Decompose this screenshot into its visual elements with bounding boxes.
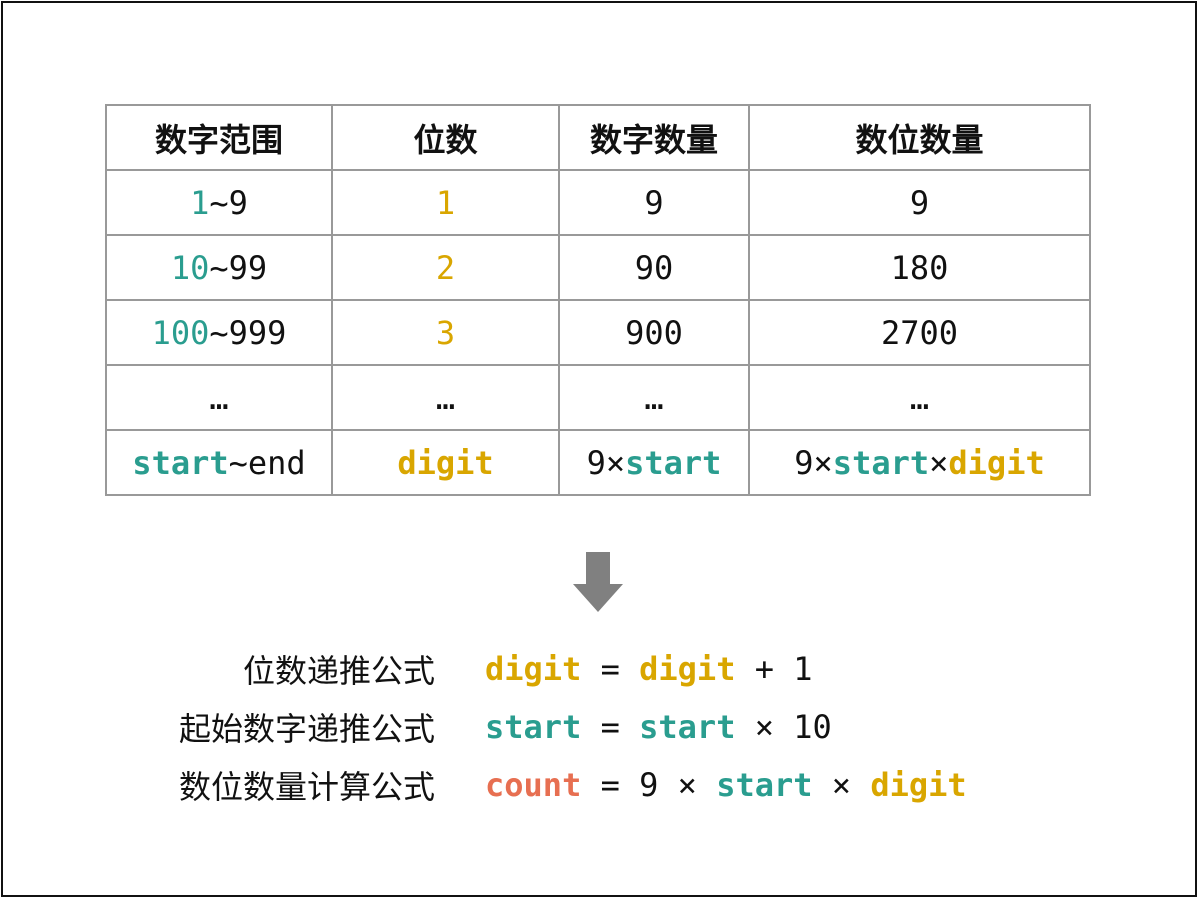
table-cell: start~end: [105, 429, 333, 496]
text-segment: 9×: [794, 443, 833, 482]
formula-row: 数位数量计算公式 count = 9 × start × digit: [0, 756, 1198, 814]
text-segment: 90: [634, 248, 674, 287]
down-arrow-icon: [573, 552, 623, 612]
digit-term: digit: [397, 443, 494, 482]
table-cell: …: [105, 364, 333, 431]
table-cell: 10~99: [105, 234, 333, 301]
formula-row: 起始数字递推公式 start = start × 10: [0, 698, 1198, 756]
text-segment: = 9 ×: [581, 766, 717, 804]
formula-label: 起始数字递推公式: [178, 710, 435, 748]
digit-term: 2: [435, 248, 456, 287]
digit-term: digit: [870, 766, 967, 804]
start-term: start: [132, 443, 229, 482]
table-cell: 3: [331, 299, 560, 366]
start-term: start: [832, 443, 930, 482]
digit-term: 3: [435, 313, 456, 352]
start-term: 1: [190, 183, 210, 222]
start-term: 10: [170, 248, 210, 287]
table-row: 10~99 2 90 180: [105, 234, 1091, 301]
header-cell: 数字数量: [558, 104, 750, 171]
text-segment: 2700: [880, 313, 959, 352]
text-segment: ×: [812, 766, 871, 804]
table-cell: 180: [748, 234, 1091, 301]
header-cell: 数字范围: [105, 104, 333, 171]
digit-term: digit: [485, 650, 582, 688]
formula-expression: count = 9 × start × digit: [485, 766, 967, 804]
formula-row: 位数递推公式 digit = digit + 1: [0, 640, 1198, 698]
digit-term: digit: [639, 650, 736, 688]
table-header-row: 数字范围 位数 数字数量 数位数量: [105, 104, 1091, 171]
table-cell: 900: [558, 299, 750, 366]
text-segment: 9: [644, 183, 664, 222]
text-segment: 9: [909, 183, 930, 222]
start-term: start: [625, 443, 722, 482]
formula-expression: start = start × 10: [485, 708, 832, 746]
start-term: start: [485, 708, 582, 746]
table-row: start~end digit 9×start 9×start×digit: [105, 429, 1091, 496]
text-segment: …: [209, 378, 229, 417]
digit-term: digit: [948, 443, 1045, 482]
digit-table: 数字范围 位数 数字数量 数位数量 1~9 1 9 9 10~99 2 90 180 100~9…: [105, 104, 1091, 496]
table-cell: 2700: [748, 299, 1091, 366]
table-cell: digit: [331, 429, 560, 496]
table-row: 1~9 1 9 9: [105, 169, 1091, 236]
table-cell: 2: [331, 234, 560, 301]
text-segment: ~999: [209, 313, 287, 352]
start-term: start: [639, 708, 736, 746]
text-segment: ×: [929, 443, 949, 482]
text-segment: ~end: [228, 443, 306, 482]
text-segment: …: [644, 378, 664, 417]
text-segment: …: [909, 378, 930, 417]
text-segment: × 10: [735, 708, 832, 746]
text-segment: 9×: [586, 443, 626, 482]
table-row: … … … …: [105, 364, 1091, 431]
start-term: 100: [151, 313, 210, 352]
table-cell: …: [331, 364, 560, 431]
table-cell: 9: [748, 169, 1091, 236]
text-segment: 900: [625, 313, 683, 352]
text-segment: …: [435, 378, 456, 417]
text-segment: ~9: [209, 183, 248, 222]
table-cell: …: [748, 364, 1091, 431]
table-cell: …: [558, 364, 750, 431]
count-term: count: [485, 766, 582, 804]
table-cell: 9×start: [558, 429, 750, 496]
formula-label: 数位数量计算公式: [178, 768, 435, 806]
text-segment: ~99: [209, 248, 268, 287]
text-segment: 180: [890, 248, 949, 287]
table-cell: 9: [558, 169, 750, 236]
table-cell: 90: [558, 234, 750, 301]
table-row: 100~999 3 900 2700: [105, 299, 1091, 366]
table-cell: 1~9: [105, 169, 333, 236]
table-cell: 1: [331, 169, 560, 236]
digit-term: 1: [435, 183, 456, 222]
text-segment: + 1: [735, 650, 813, 688]
header-cell: 数位数量: [748, 104, 1091, 171]
formula-label: 位数递推公式: [242, 652, 435, 690]
start-term: start: [716, 766, 813, 804]
table-cell: 9×start×digit: [748, 429, 1091, 496]
formula-expression: digit = digit + 1: [485, 650, 813, 688]
text-segment: =: [581, 650, 640, 688]
header-cell: 位数: [331, 104, 560, 171]
table-cell: 100~999: [105, 299, 333, 366]
text-segment: =: [581, 708, 640, 746]
